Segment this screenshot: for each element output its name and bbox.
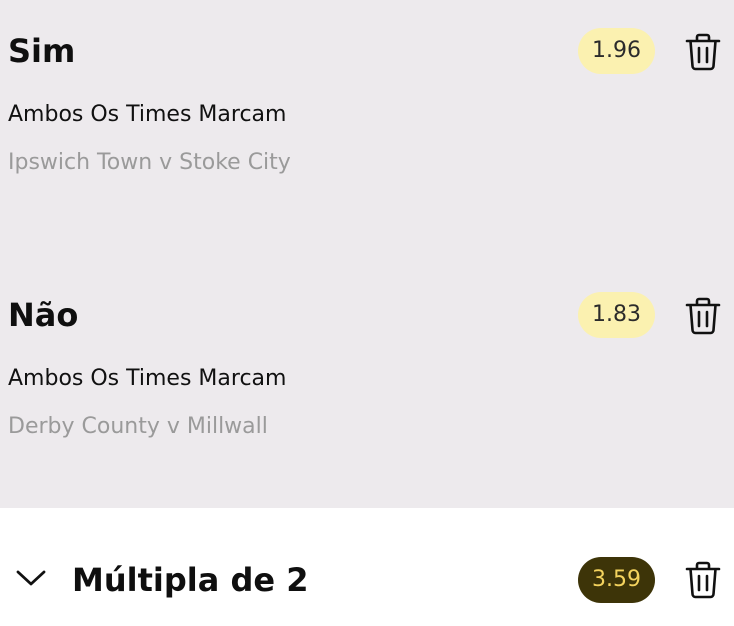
bet-item: Sim 1.96 Ambos Os Times Marcam Ipswich T… [0,0,734,254]
bet-selection-title: Não [8,296,79,334]
bet-event: Ipswich Town v Stoke City [8,150,291,175]
multiple-title: Múltipla de 2 [72,561,309,599]
odds-badge: 1.96 [578,28,655,74]
bet-market: Ambos Os Times Marcam [8,102,287,127]
multiple-bet-summary: Múltipla de 2 3.59 [0,508,734,626]
expand-multiple-button[interactable] [14,566,48,590]
trash-icon [685,561,721,599]
trash-icon [685,297,721,335]
delete-bet-button[interactable] [684,296,722,336]
bet-slip-selections: Sim 1.96 Ambos Os Times Marcam Ipswich T… [0,0,734,508]
trash-icon [685,33,721,71]
chevron-down-icon [16,570,46,586]
odds-badge: 1.83 [578,292,655,338]
bet-event: Derby County v Millwall [8,414,268,439]
bet-market: Ambos Os Times Marcam [8,366,287,391]
total-odds-badge: 3.59 [578,557,655,603]
delete-multiple-button[interactable] [684,560,722,600]
delete-bet-button[interactable] [684,32,722,72]
bet-selection-title: Sim [8,32,76,70]
bet-item: Não 1.83 Ambos Os Times Marcam Derby Cou… [0,264,734,508]
